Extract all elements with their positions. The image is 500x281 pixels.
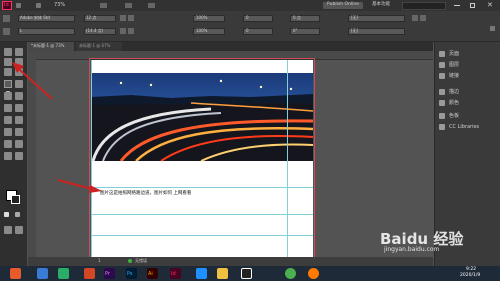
pages-icon [439, 51, 445, 57]
panel-item-swatches[interactable]: 色板 [439, 112, 499, 121]
powerpoint-icon[interactable] [84, 268, 95, 279]
panel-item-layers[interactable]: 图层 [439, 61, 499, 70]
panel-item-links[interactable]: 链接 [439, 72, 499, 81]
media-icon[interactable] [196, 268, 207, 279]
browser-icon[interactable] [37, 268, 48, 279]
wechat-icon[interactable] [58, 268, 69, 279]
preflight-ok-icon [128, 259, 132, 263]
panel-item-pages[interactable]: 页面 [439, 50, 499, 59]
panel-item-color[interactable]: 颜色 [439, 99, 499, 108]
arrow-to-text-frame [57, 179, 102, 193]
panel-item-stroke[interactable]: 描边 [439, 88, 499, 97]
arrow-to-type-tool [12, 62, 53, 100]
page-number[interactable]: 1 [98, 259, 101, 263]
start-icon[interactable] [10, 268, 21, 279]
chrome-icon[interactable] [285, 268, 296, 279]
firefox-icon[interactable] [308, 268, 319, 279]
clock-date[interactable]: 2020/1/9 [460, 273, 480, 279]
stroke-icon [439, 89, 445, 95]
illustrator-icon[interactable]: Ai [147, 268, 158, 279]
cc-libraries-icon [439, 124, 445, 130]
premiere-icon[interactable]: Pr [104, 268, 115, 279]
windows-taskbar: Pr Ps Ai Id 9:22 2020/1/9 [0, 266, 500, 281]
indesign-icon[interactable]: Id [170, 268, 181, 279]
color-icon [439, 100, 445, 106]
status-bar: 1 无错误 [28, 257, 433, 266]
photoshop-icon[interactable]: Ps [126, 268, 137, 279]
watermark-url: jingyan.baidu.com [384, 246, 440, 253]
clock-time[interactable]: 9:22 [466, 267, 476, 273]
preflight-status[interactable]: 无错误 [135, 259, 147, 263]
qq-icon[interactable] [241, 268, 252, 279]
links-icon [439, 73, 445, 79]
swatches-icon [439, 113, 445, 119]
layers-icon [439, 62, 445, 68]
panel-item-cc-libraries[interactable]: CC Libraries [439, 123, 499, 132]
file-manager-icon[interactable] [217, 268, 228, 279]
